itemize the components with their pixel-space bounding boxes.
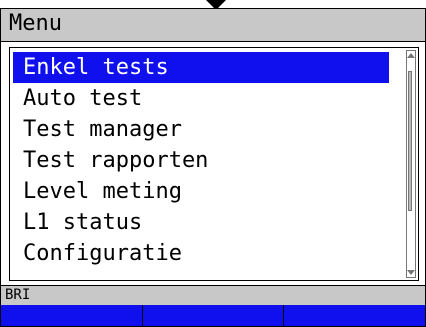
scroll-up-icon[interactable] (407, 53, 415, 58)
menu-item-level-meting[interactable]: Level meting (13, 176, 389, 207)
status-text: BRI (5, 287, 31, 303)
menu-item-test-rapporten[interactable]: Test rapporten (13, 145, 389, 176)
softkey-middle[interactable] (143, 305, 285, 326)
menu-item-configuratie[interactable]: Configuratie (13, 238, 389, 269)
scroll-thumb[interactable] (408, 71, 412, 211)
menu-item-test-manager[interactable]: Test manager (13, 114, 389, 145)
softkey-left[interactable] (1, 305, 143, 326)
softkey-bar (1, 305, 425, 326)
menu-item-enkel-tests[interactable]: Enkel tests (13, 52, 389, 83)
page-title: Menu (9, 11, 62, 36)
menu-item-auto-test[interactable]: Auto test (13, 83, 389, 114)
menu-item-l1-status[interactable]: L1 status (13, 207, 389, 238)
status-bar: BRI (1, 285, 425, 305)
softkey-right[interactable] (284, 305, 425, 326)
title-bar: Menu (1, 9, 425, 42)
scrollbar[interactable] (406, 50, 416, 278)
device-screen: Menu Enkel tests Auto test Test manager … (0, 8, 426, 327)
scroll-down-icon[interactable] (407, 270, 415, 275)
menu-list: Enkel tests Auto test Test manager Test … (9, 47, 419, 281)
